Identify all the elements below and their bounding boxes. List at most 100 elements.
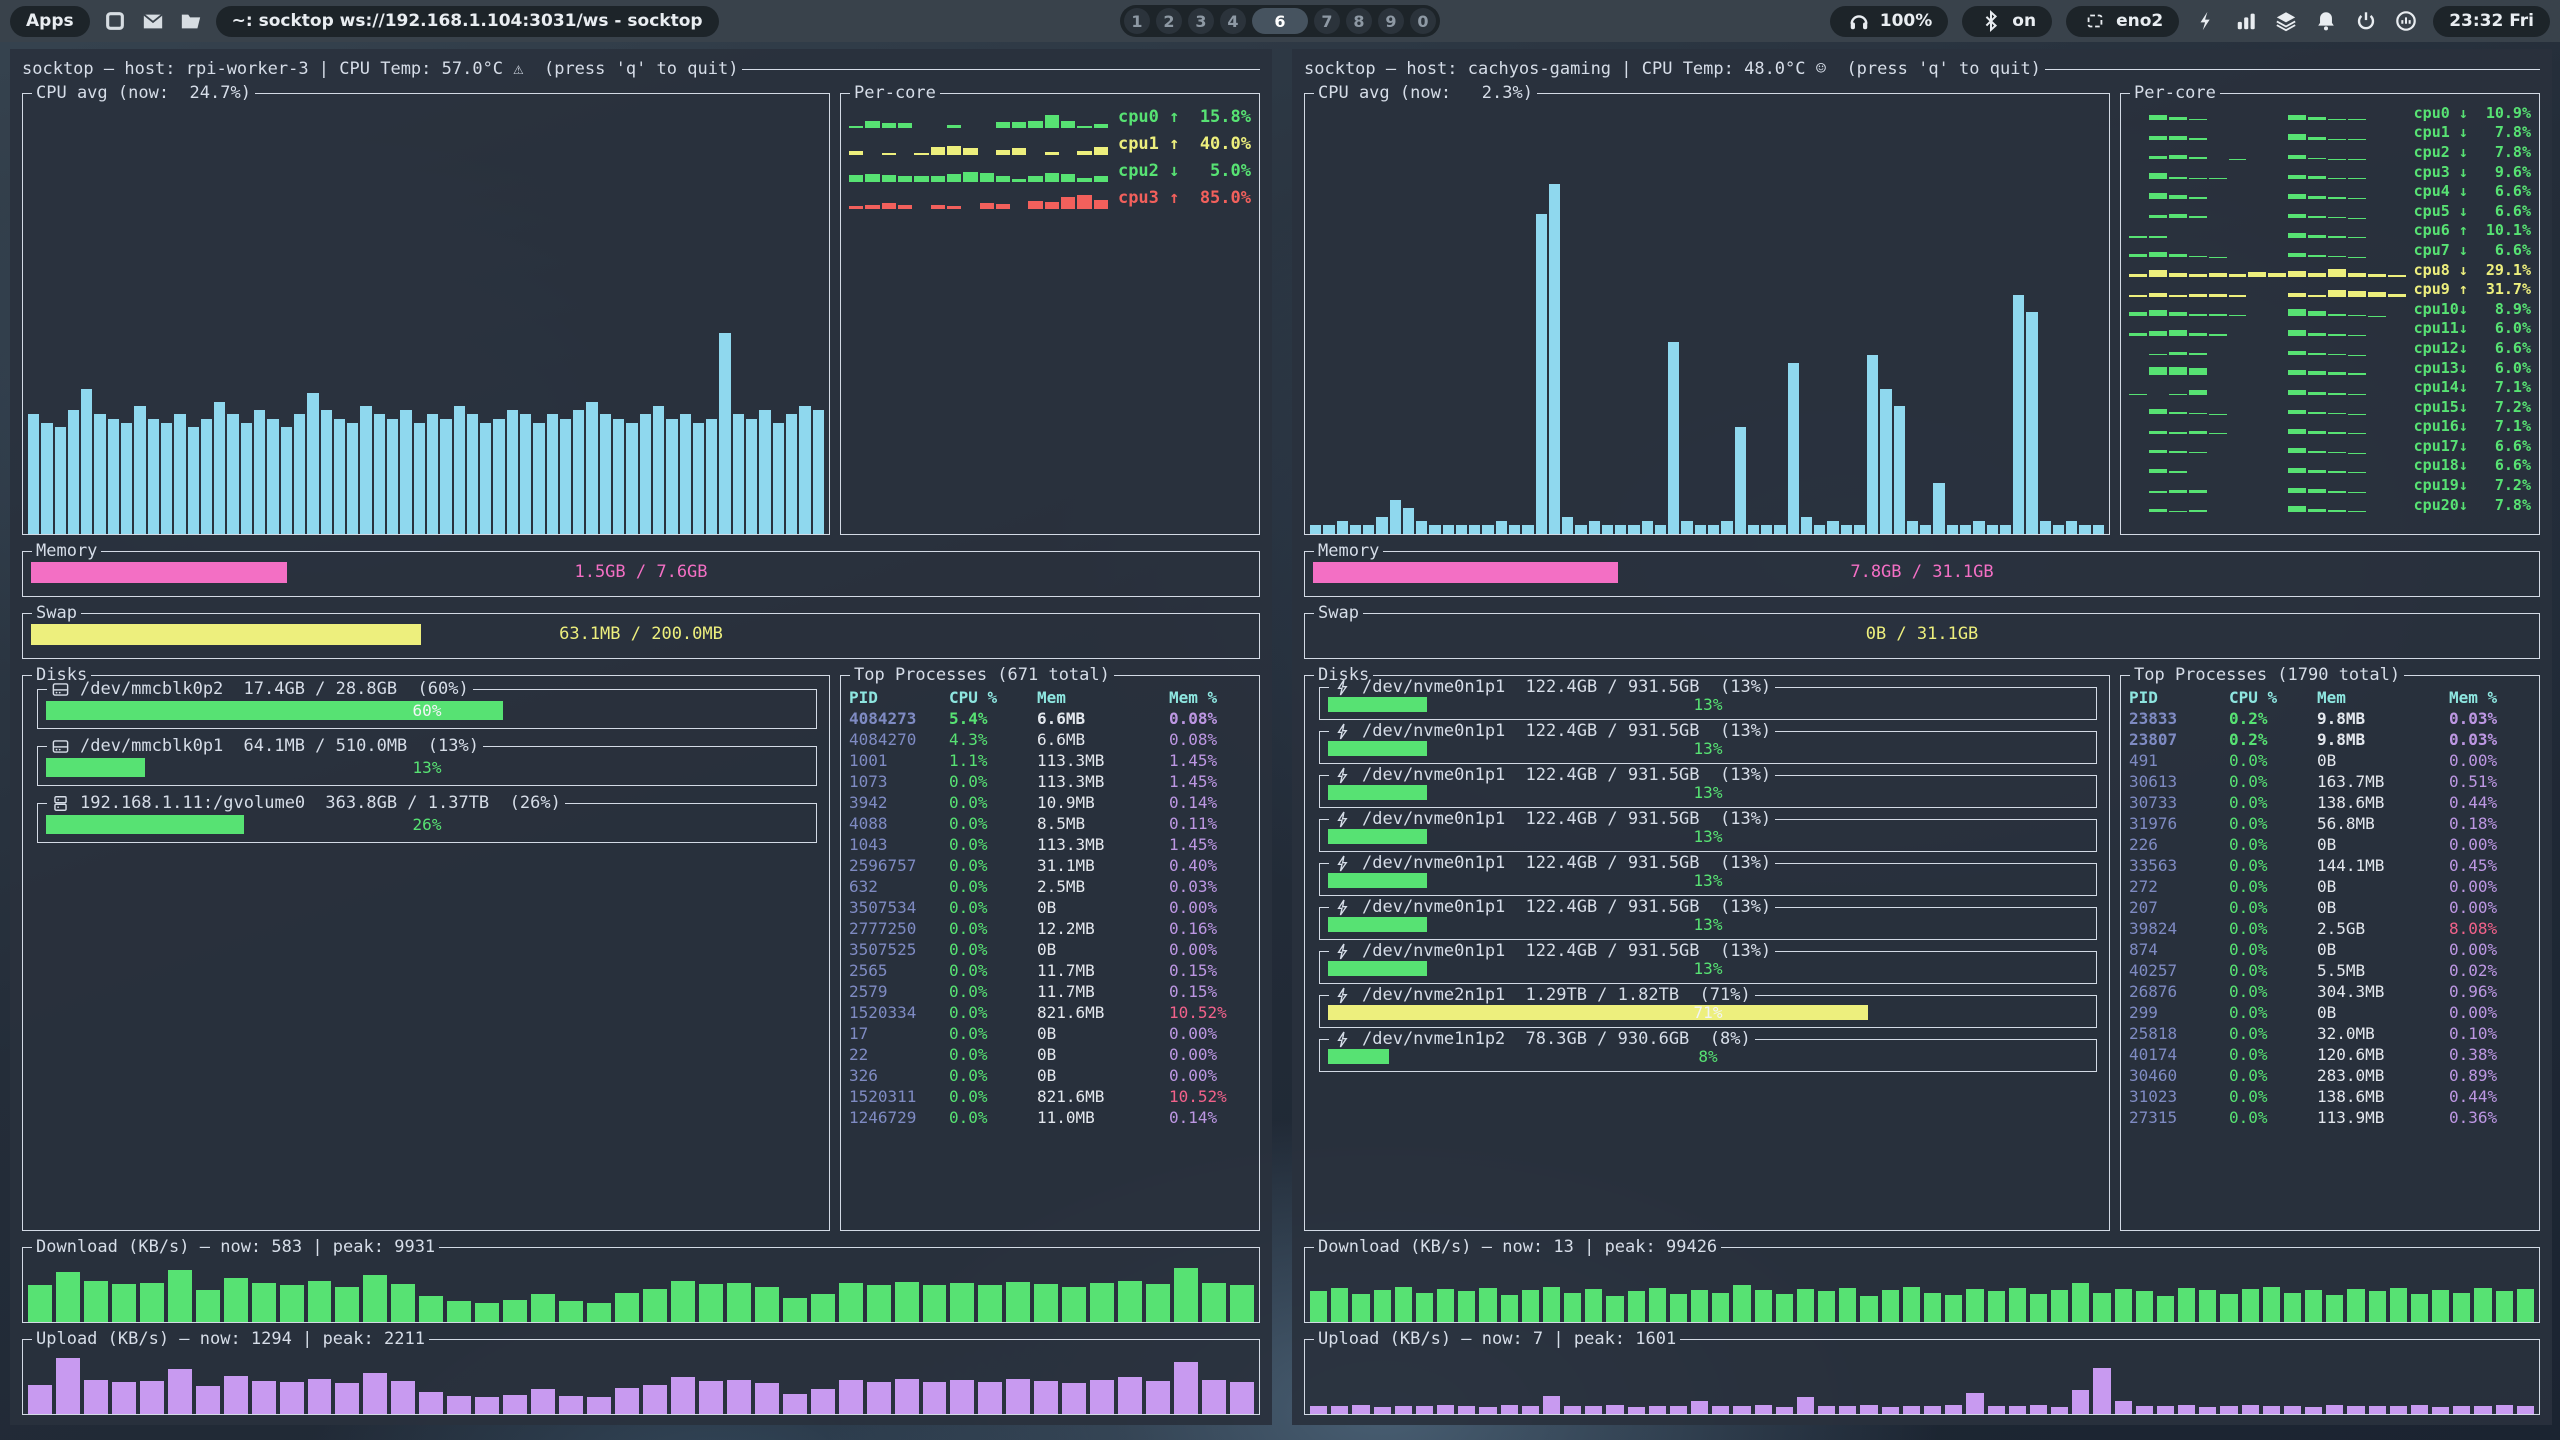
- workspace-button-7[interactable]: 7: [1314, 8, 1340, 34]
- bolt-icon: [1333, 898, 1352, 917]
- disk-percent-label: 26%: [46, 815, 808, 834]
- core-val: 10.1%: [2477, 221, 2531, 239]
- workspace-button-0[interactable]: 0: [1410, 8, 1436, 34]
- chart-bar: [727, 1283, 751, 1322]
- core-val: 9.6%: [2477, 163, 2531, 181]
- terminal-left[interactable]: socktop — host: rpi-worker-3 | CPU Temp:…: [10, 49, 1272, 1425]
- notifications-bell-icon[interactable]: [2313, 8, 2339, 34]
- core-name: cpu12: [2414, 339, 2459, 357]
- spark-bar: [2129, 274, 2147, 277]
- chart-bar: [1543, 1396, 1560, 1414]
- apps-button[interactable]: Apps: [10, 6, 90, 37]
- chart-bar: [1960, 525, 1971, 534]
- chart-bar: [321, 410, 332, 534]
- spark-bar: [1045, 152, 1059, 154]
- core-val: 6.0%: [2477, 319, 2531, 337]
- workspace-button-9[interactable]: 9: [1378, 8, 1404, 34]
- window-title-pill[interactable]: ~: socktop ws://192.168.1.104:3031/ws - …: [216, 6, 719, 37]
- spark-bar: [2348, 492, 2366, 493]
- process-row: 398240.0%2.5GB8.08%: [2129, 918, 2533, 939]
- chart-bar: [867, 1382, 891, 1414]
- chart-bar: [1721, 521, 1732, 534]
- disk-percent-label: 60%: [46, 701, 808, 720]
- workspace-button-8[interactable]: 8: [1346, 8, 1372, 34]
- folder-icon[interactable]: [178, 8, 204, 34]
- disk-usage: 122.4GB / 931.5GB (13%): [1515, 941, 1771, 961]
- chart-bar: [1395, 1406, 1412, 1414]
- chart-bar: [2432, 1290, 2449, 1322]
- process-row: 12467290.0%11.0MB0.14%: [849, 1107, 1253, 1128]
- core-val: 6.6%: [2477, 182, 2531, 200]
- layers-icon[interactable]: [2273, 8, 2299, 34]
- chart-bar: [680, 414, 691, 534]
- power-icon[interactable]: [2353, 8, 2379, 34]
- spark-bar: [2169, 136, 2187, 140]
- process-mem: 0B: [1037, 1044, 1169, 1065]
- process-mem: 6.6MB: [1037, 729, 1169, 750]
- power-profile-bolt-icon[interactable]: [2193, 8, 2219, 34]
- workspace-button-1[interactable]: 1: [1124, 8, 1150, 34]
- chart-bar: [923, 1285, 947, 1322]
- process-mem: 283.0MB: [2317, 1065, 2449, 1086]
- core-val: 6.6%: [2477, 437, 2531, 455]
- chart-bar: [547, 414, 558, 534]
- core-name: cpu6: [2414, 221, 2459, 239]
- core-list: cpu0↓10.9%cpu1↓7.8%cpu2↓7.8%cpu3↓9.6%cpu…: [2121, 93, 2539, 514]
- chart-bar: [1801, 517, 1812, 534]
- workspace-button-3[interactable]: 3: [1188, 8, 1214, 34]
- system-monitor-icon[interactable]: [2393, 8, 2419, 34]
- clock-pill[interactable]: 23:32 Fri: [2433, 6, 2550, 37]
- volume-pill[interactable]: 100%: [1830, 6, 1949, 37]
- spark-bar: [947, 174, 961, 181]
- spark-bar: [1061, 121, 1075, 128]
- spark-bar: [2169, 254, 2187, 257]
- bluetooth-pill[interactable]: on: [1962, 6, 2052, 37]
- chart-bar: [1839, 1406, 1856, 1414]
- per-core-panel: Per-core cpu0↑15.8%cpu1↑40.0%cpu2↓5.0%cp…: [840, 93, 1260, 535]
- workspace-button-2[interactable]: 2: [1156, 8, 1182, 34]
- chart-bar: [573, 410, 584, 534]
- chart-bar: [1755, 1405, 1772, 1414]
- disk-title: /dev/mmcblk0p2 17.4GB / 28.8GB (60%): [47, 679, 473, 699]
- core-val: 7.1%: [2477, 417, 2531, 435]
- process-mem: 0B: [2317, 1002, 2449, 1023]
- chart-bar: [653, 406, 664, 534]
- core-row: cpu2↓5.0%: [849, 157, 1251, 184]
- chart-bar: [1907, 521, 1918, 534]
- workspace-button-6[interactable]: 6: [1252, 8, 1308, 34]
- panel-title: Download (KB/s) — now: 583 | peak: 9931: [32, 1237, 439, 1257]
- process-mem: 0B: [2317, 876, 2449, 897]
- terminal-right[interactable]: socktop — host: cachyos-gaming | CPU Tem…: [1292, 49, 2552, 1425]
- chart-bar: [1649, 1406, 1666, 1414]
- core-arrow: ↓: [2459, 339, 2477, 357]
- window-icon[interactable]: [102, 8, 128, 34]
- chart-bar: [615, 1388, 639, 1414]
- workspace-button-4[interactable]: 4: [1220, 8, 1246, 34]
- chart-bar: [1090, 1380, 1114, 1414]
- chart-bar: [1482, 525, 1493, 534]
- spark-bar: [2308, 353, 2326, 355]
- network-pill[interactable]: eno2: [2066, 6, 2179, 37]
- stats-bars-icon[interactable]: [2233, 8, 2259, 34]
- process-mem: 138.6MB: [2317, 792, 2449, 813]
- chart-bar: [1867, 355, 1878, 534]
- process-memp: 0.00%: [1169, 1044, 1253, 1065]
- process-row: 2260.0%0B0.00%: [2129, 834, 2533, 855]
- core-history-sparkline: [2129, 380, 2406, 395]
- core-arrow: ↓: [2459, 437, 2477, 455]
- chart-bar: [224, 1278, 248, 1322]
- chart-bar: [108, 419, 119, 534]
- process-memp: 10.52%: [1169, 1002, 1253, 1023]
- chart-bar: [419, 1296, 443, 1322]
- bolt-icon: [1333, 942, 1352, 961]
- process-mem: 9.8MB: [2317, 708, 2449, 729]
- mail-icon[interactable]: [140, 8, 166, 34]
- core-history-sparkline: [2129, 478, 2406, 493]
- chart-bar: [1987, 525, 1998, 534]
- chart-bar: [1202, 1380, 1226, 1414]
- chart-bar: [1920, 525, 1931, 534]
- core-name: cpu5: [2414, 202, 2459, 220]
- core-row: cpu0↑15.8%: [849, 103, 1251, 130]
- chart-bar: [1602, 525, 1613, 534]
- process-memp: 0.03%: [2449, 729, 2533, 750]
